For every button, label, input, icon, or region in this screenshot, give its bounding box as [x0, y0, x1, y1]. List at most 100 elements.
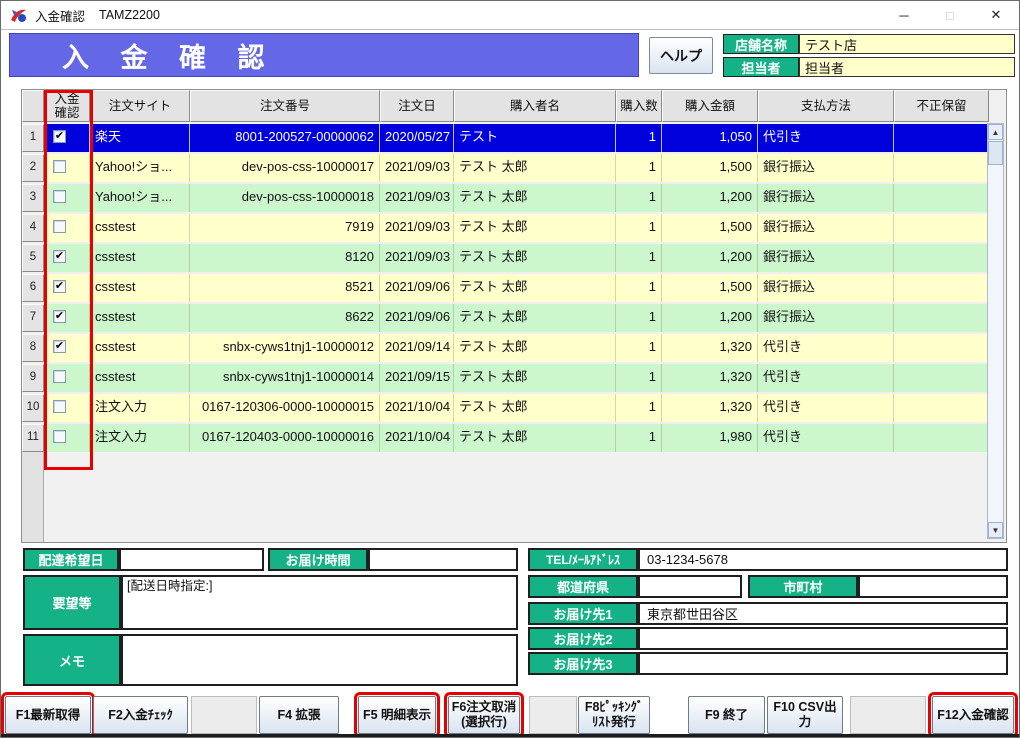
fkey-f9-button[interactable]: F9 終了	[688, 696, 765, 734]
tel-mail-label: TEL/ﾒｰﾙｱﾄﾞﾚｽ	[528, 548, 638, 571]
help-button[interactable]: ヘルプ	[649, 37, 713, 74]
cell-amount: 1,050	[662, 124, 758, 152]
payment-confirm-checkbox[interactable]	[53, 430, 66, 443]
scroll-down-icon[interactable]: ▼	[988, 522, 1003, 538]
payment-confirm-checkbox[interactable]	[53, 160, 66, 173]
table-row[interactable]: 8✔csstestsnbx-cyws1tnj1-100000122021/09/…	[22, 334, 1006, 362]
cell-quantity: 1	[616, 214, 662, 242]
header-payment-confirm[interactable]: 入金 確認	[44, 90, 90, 122]
fkey-f8-button[interactable]: F8ﾋﾟｯｷﾝｸﾞ ﾘｽﾄ発行	[578, 696, 650, 734]
table-row[interactable]: 1✔楽天8001-200527-000000622020/05/27テスト11,…	[22, 124, 1006, 152]
cell-fraud-hold	[894, 304, 989, 332]
delivery-date-field[interactable]	[119, 548, 264, 571]
table-row[interactable]: 6✔csstest85212021/09/06テスト 太郎11,500銀行振込	[22, 274, 1006, 302]
table-row[interactable]: 10注文入力0167-120306-0000-100000152021/10/0…	[22, 394, 1006, 422]
cell-order-number: 8001-200527-00000062	[190, 124, 380, 152]
header-payment-method[interactable]: 支払方法	[758, 90, 894, 122]
staff-field[interactable]: 担当者	[799, 57, 1015, 77]
tel-mail-field[interactable]: 03-1234-5678	[638, 548, 1008, 571]
cell-quantity: 1	[616, 394, 662, 422]
scrollbar-thumb[interactable]	[988, 141, 1003, 165]
payment-confirm-checkbox[interactable]	[53, 400, 66, 413]
cell-order-number: 0167-120306-0000-10000015	[190, 394, 380, 422]
cell-buyer-name: テスト 太郎	[454, 214, 616, 242]
table-row[interactable]: 7✔csstest86222021/09/06テスト 太郎11,200銀行振込	[22, 304, 1006, 332]
row-number-strip	[22, 452, 44, 542]
fkey-f12-button[interactable]: F12入金確認	[932, 696, 1014, 734]
fkey-f2-button[interactable]: F2入金ﾁｪｯｸ	[93, 696, 188, 734]
scrollbar-track[interactable]	[988, 165, 1003, 522]
address2-field[interactable]	[638, 627, 1008, 650]
header-order-date[interactable]: 注文日	[380, 90, 454, 122]
header-order-site[interactable]: 注文サイト	[90, 90, 190, 122]
header-buyer-name[interactable]: 購入者名	[454, 90, 616, 122]
cell-order-number: 8120	[190, 244, 380, 272]
delivery-time-field[interactable]	[368, 548, 518, 571]
table-row[interactable]: 11注文入力0167-120403-0000-100000162021/10/0…	[22, 424, 1006, 452]
table-row[interactable]: 3Yahoo!ショ...dev-pos-css-100000182021/09/…	[22, 184, 1006, 212]
cell-fraud-hold	[894, 394, 989, 422]
checkbox-cell	[44, 184, 90, 212]
table-row[interactable]: 5✔csstest81202021/09/03テスト 太郎11,200銀行振込	[22, 244, 1006, 272]
cell-buyer-name: テスト 太郎	[454, 334, 616, 362]
request-field[interactable]: [配送日時指定:]	[121, 575, 518, 630]
table-row[interactable]: 9csstestsnbx-cyws1tnj1-100000142021/09/1…	[22, 364, 1006, 392]
payment-confirm-checkbox[interactable]: ✔	[53, 250, 66, 263]
fkey-f5-button[interactable]: F5 明細表示	[358, 696, 436, 734]
cell-payment-method: 銀行振込	[758, 184, 894, 212]
address2-label: お届け先2	[528, 627, 638, 650]
fkey-f6-button[interactable]: F6注文取消 (選択行)	[448, 696, 520, 734]
address1-label: お届け先1	[528, 602, 638, 625]
memo-field[interactable]	[121, 634, 518, 686]
delivery-date-label: 配達希望日	[23, 548, 119, 571]
checkbox-cell: ✔	[44, 274, 90, 302]
payment-confirm-checkbox[interactable]	[53, 190, 66, 203]
checkbox-cell: ✔	[44, 304, 90, 332]
store-name-field[interactable]: テスト店	[799, 34, 1015, 54]
table-row[interactable]: 2Yahoo!ショ...dev-pos-css-100000172021/09/…	[22, 154, 1006, 182]
cell-fraud-hold	[894, 364, 989, 392]
address1-field[interactable]: 東京都世田谷区	[638, 602, 1008, 625]
cell-order-site: 注文入力	[90, 424, 190, 452]
cell-order-number: 8622	[190, 304, 380, 332]
cell-order-date: 2021/09/06	[380, 304, 454, 332]
cell-payment-method: 代引き	[758, 364, 894, 392]
header-order-number[interactable]: 注文番号	[190, 90, 380, 122]
fkey-f4-button[interactable]: F4 拡張	[259, 696, 339, 734]
payment-confirm-checkbox[interactable]	[53, 220, 66, 233]
maximize-button: □	[927, 1, 973, 29]
city-field[interactable]	[858, 575, 1008, 598]
cell-quantity: 1	[616, 154, 662, 182]
header-amount[interactable]: 購入金額	[662, 90, 758, 122]
fkey-f10-button[interactable]: F10 CSV出力	[767, 696, 843, 734]
cell-amount: 1,200	[662, 184, 758, 212]
scroll-up-icon[interactable]: ▲	[988, 124, 1003, 140]
cell-amount: 1,980	[662, 424, 758, 452]
cell-order-site: csstest	[90, 334, 190, 362]
empty-button-slot	[191, 696, 257, 734]
checkbox-cell	[44, 394, 90, 422]
cell-buyer-name: テスト	[454, 124, 616, 152]
header-fraud-hold[interactable]: 不正保留	[894, 90, 989, 122]
payment-confirm-checkbox[interactable]	[53, 370, 66, 383]
window-title: 入金確認	[35, 6, 85, 25]
address3-field[interactable]	[638, 652, 1008, 675]
payment-confirm-checkbox[interactable]: ✔	[53, 340, 66, 353]
vertical-scrollbar[interactable]: ▲ ▼	[987, 123, 1004, 539]
cell-payment-method: 銀行振込	[758, 274, 894, 302]
staff-label: 担当者	[723, 57, 799, 77]
payment-confirm-checkbox[interactable]: ✔	[53, 130, 66, 143]
header-quantity[interactable]: 購入数	[616, 90, 662, 122]
minimize-button[interactable]: ─	[881, 1, 927, 29]
prefecture-field[interactable]	[638, 575, 742, 598]
cell-order-date: 2021/10/04	[380, 424, 454, 452]
table-row[interactable]: 4csstest79192021/09/03テスト 太郎11,500銀行振込	[22, 214, 1006, 242]
cell-amount: 1,320	[662, 394, 758, 422]
payment-confirm-checkbox[interactable]: ✔	[53, 280, 66, 293]
fkey-f1-button[interactable]: F1最新取得	[5, 696, 91, 734]
cell-order-site: csstest	[90, 274, 190, 302]
payment-confirm-checkbox[interactable]: ✔	[53, 310, 66, 323]
cell-buyer-name: テスト 太郎	[454, 244, 616, 272]
header-row-number	[22, 90, 44, 122]
close-button[interactable]: ✕	[973, 1, 1019, 29]
